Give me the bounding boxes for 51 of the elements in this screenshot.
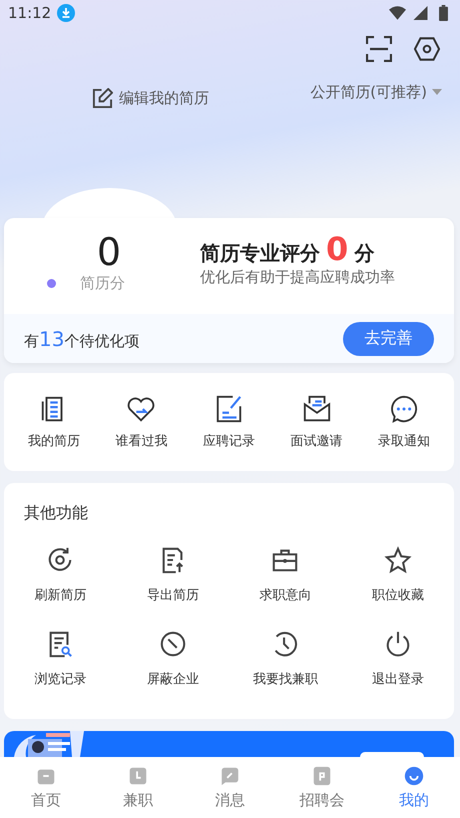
function-item[interactable]: 求职意向 <box>259 546 312 604</box>
chat-icon <box>219 765 241 787</box>
tab[interactable]: 招聘会 <box>287 765 357 810</box>
function-item[interactable]: 职位收藏 <box>372 546 424 604</box>
tab[interactable]: 兼职 <box>103 765 173 810</box>
score-label: 简历分 <box>80 274 125 292</box>
function-item[interactable]: 浏览记录 <box>34 630 86 688</box>
clock-icon <box>127 765 149 787</box>
function-item[interactable]: 导出简历 <box>146 546 199 604</box>
envelope-icon <box>302 394 332 424</box>
function-item[interactable]: 退出登录 <box>372 630 424 688</box>
star-icon <box>384 546 412 574</box>
shortcut-item[interactable]: 我的简历 <box>28 394 80 450</box>
settings-icon[interactable] <box>414 36 440 62</box>
block-icon <box>158 630 187 658</box>
resume-score: 0 <box>96 230 122 274</box>
function-item[interactable]: 刷新简历 <box>34 546 86 604</box>
shortcut-item[interactable]: 应聘记录 <box>202 394 255 450</box>
smile-icon <box>403 765 425 787</box>
function-item[interactable]: 屏蔽企业 <box>146 630 199 688</box>
pending-items-text: 有13个待优化项 <box>24 326 140 350</box>
visibility-dropdown[interactable]: 公开简历(可推荐) <box>310 82 442 102</box>
edit-resume-button[interactable]: 编辑我的简历 <box>92 88 209 108</box>
battery-icon <box>439 5 448 21</box>
refresh-icon <box>46 546 74 574</box>
improve-button[interactable]: 去完善 <box>343 322 434 356</box>
recruit-banner[interactable] <box>4 731 454 757</box>
status-dot <box>47 278 56 288</box>
shortcut-item[interactable]: 谁看过我 <box>115 394 168 450</box>
chat-icon <box>389 394 420 424</box>
section-title: 其他功能 <box>24 503 89 524</box>
tab[interactable]: 首页 <box>11 765 81 810</box>
power-icon <box>384 630 412 658</box>
edit-icon <box>92 88 113 108</box>
score-unit: 分 <box>354 240 374 267</box>
shortcut-item[interactable]: 面试邀请 <box>290 394 343 450</box>
function-item[interactable]: 我要找兼职 <box>252 630 318 688</box>
professional-score: 0 <box>326 230 348 268</box>
shortcut-item[interactable]: 录取通知 <box>378 394 430 450</box>
tab[interactable]: 我的 <box>379 765 449 810</box>
scan-icon[interactable] <box>366 36 392 62</box>
badge-icon <box>311 765 333 787</box>
tab[interactable]: 消息 <box>195 765 265 810</box>
download-icon <box>57 4 76 22</box>
wifi-icon <box>389 6 406 20</box>
banner-button[interactable] <box>360 752 424 757</box>
score-title: 简历专业评分 <box>200 240 320 267</box>
status-time: 11:12 <box>8 4 52 22</box>
caret-icon <box>432 89 442 95</box>
score-hint: 优化后有助于提高应聘成功率 <box>200 268 395 287</box>
signal-icon <box>412 6 429 20</box>
